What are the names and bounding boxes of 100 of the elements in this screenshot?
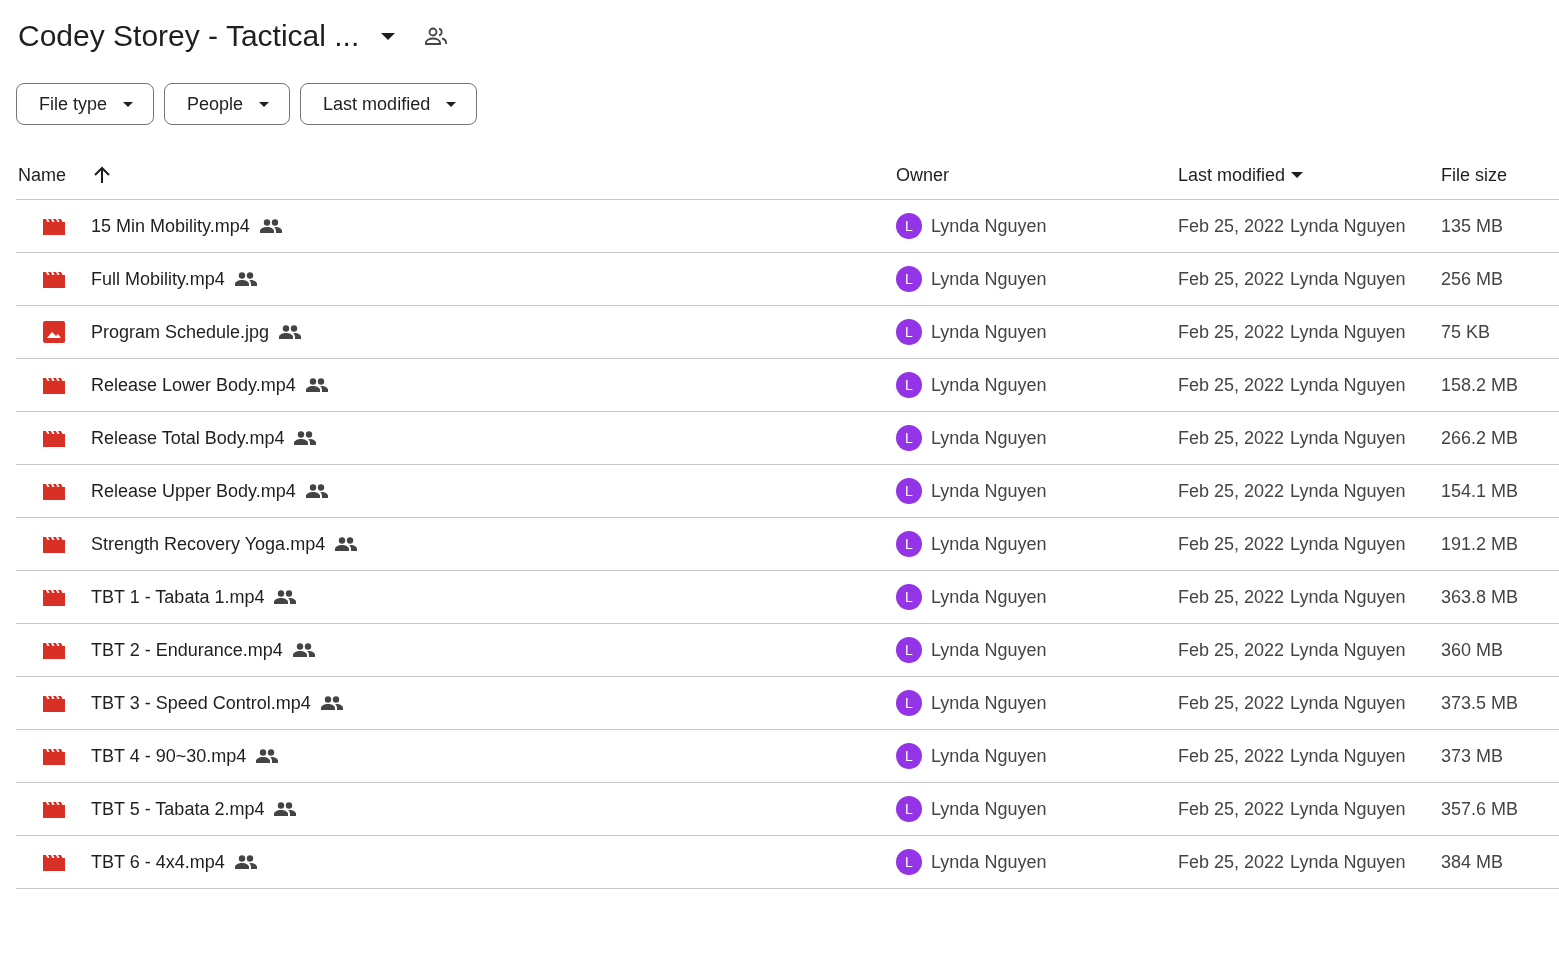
video-file-icon	[43, 694, 65, 712]
file-size: 75 KB	[1441, 321, 1491, 343]
owner-avatar: L	[896, 743, 922, 769]
people-icon	[305, 378, 328, 392]
modified-date: Feb 25, 2022	[1178, 851, 1285, 873]
image-file-icon	[43, 321, 65, 343]
owner-column-header[interactable]: Owner	[896, 164, 949, 186]
video-file-icon	[43, 270, 65, 288]
file-size: 158.2 MB	[1441, 374, 1519, 396]
modified-date: Feb 25, 2022	[1178, 745, 1285, 767]
file-name: Release Total Body.mp4	[91, 427, 285, 449]
filter-chip[interactable]: File type	[16, 83, 155, 125]
video-file-icon	[43, 376, 65, 394]
modified-date: Feb 25, 2022	[1178, 692, 1285, 714]
file-name: Release Lower Body.mp4	[91, 374, 296, 396]
file-row[interactable]: 15 Min Mobility.mp4 L Lynda Nguyen Feb 25, 2022 Lynda Nguyen 135 MB	[16, 200, 1559, 253]
modified-by: Lynda Nguyen	[1290, 851, 1406, 873]
modified-date: Feb 25, 2022	[1178, 374, 1285, 396]
modified-by: Lynda Nguyen	[1290, 692, 1406, 714]
file-row[interactable]: Full Mobility.mp4 L Lynda Nguyen Feb 25, 2022 Lynda Nguyen 256 MB	[16, 253, 1559, 306]
filter-chip[interactable]: Last modified	[300, 83, 478, 125]
video-file-icon	[43, 853, 65, 871]
modified-by: Lynda Nguyen	[1290, 321, 1406, 343]
file-row[interactable]: TBT 6 - 4x4.mp4 L Lynda Nguyen Feb 25, 2022 Lynda Nguyen 384 MB	[16, 836, 1559, 889]
filter-chip[interactable]: People	[164, 83, 291, 125]
modified-by: Lynda Nguyen	[1290, 374, 1406, 396]
owner-avatar: L	[896, 849, 922, 875]
file-row[interactable]: Release Lower Body.mp4 L Lynda Nguyen Feb 25, 2022 Lynda Nguyen 158.2 MB	[16, 359, 1559, 412]
size-column-header[interactable]: File size	[1441, 164, 1507, 186]
modified-by: Lynda Nguyen	[1290, 215, 1406, 237]
modified-by: Lynda Nguyen	[1290, 639, 1406, 661]
modified-date: Feb 25, 2022	[1178, 268, 1285, 290]
video-file-icon	[43, 217, 65, 235]
caret-icon	[123, 101, 134, 107]
people-icon	[294, 431, 317, 445]
file-row[interactable]: TBT 5 - Tabata 2.mp4 L Lynda Nguyen Feb 25, 2022 Lynda Nguyen 357.6 MB	[16, 783, 1559, 836]
file-row[interactable]: TBT 4 - 90~30.mp4 L Lynda Nguyen Feb 25, 2022 Lynda Nguyen 373 MB	[16, 730, 1559, 783]
file-name: TBT 2 - Endurance.mp4	[91, 639, 283, 661]
owner-name: Lynda Nguyen	[931, 586, 1047, 608]
video-file-icon	[43, 641, 65, 659]
owner-avatar: L	[896, 213, 922, 239]
video-file-icon	[43, 747, 65, 765]
people-icon	[279, 325, 302, 339]
file-size: 384 MB	[1441, 851, 1504, 873]
modified-by: Lynda Nguyen	[1290, 798, 1406, 820]
file-name: Full Mobility.mp4	[91, 268, 225, 290]
modified-by: Lynda Nguyen	[1290, 745, 1406, 767]
file-row[interactable]: Release Upper Body.mp4 L Lynda Nguyen Feb 25, 2022 Lynda Nguyen 154.1 MB	[16, 465, 1559, 518]
file-row[interactable]: Strength Recovery Yoga.mp4 L Lynda Nguyen Feb 25, 2022 Lynda Nguyen 191.2 MB	[16, 518, 1559, 571]
file-size: 135 MB	[1441, 215, 1504, 237]
file-size: 360 MB	[1441, 639, 1504, 661]
owner-name: Lynda Nguyen	[931, 374, 1047, 396]
file-name: Program Schedule.jpg	[91, 321, 270, 343]
file-size: 256 MB	[1441, 268, 1504, 290]
owner-avatar: L	[896, 796, 922, 822]
name-column-header[interactable]: Name	[18, 164, 66, 186]
file-row[interactable]: TBT 3 - Speed Control.mp4 L Lynda Nguyen Feb 25, 2022 Lynda Nguyen 373.5 MB	[16, 677, 1559, 730]
file-size: 373 MB	[1441, 745, 1504, 767]
people-icon	[292, 643, 315, 657]
people-icon	[320, 696, 343, 710]
modified-by: Lynda Nguyen	[1290, 533, 1406, 555]
owner-name: Lynda Nguyen	[931, 745, 1047, 767]
modified-by: Lynda Nguyen	[1290, 480, 1406, 502]
owner-avatar: L	[896, 637, 922, 663]
file-row[interactable]: TBT 1 - Tabata 1.mp4 L Lynda Nguyen Feb 25, 2022 Lynda Nguyen 363.8 MB	[16, 571, 1559, 624]
file-size: 191.2 MB	[1441, 533, 1519, 555]
modified-date: Feb 25, 2022	[1178, 586, 1285, 608]
people-outline-icon	[425, 27, 448, 45]
file-row[interactable]: Program Schedule.jpg L Lynda Nguyen Feb 25, 2022 Lynda Nguyen 75 KB	[16, 306, 1559, 359]
video-file-icon	[43, 482, 65, 500]
file-name: TBT 6 - 4x4.mp4	[91, 851, 225, 873]
file-name: TBT 3 - Speed Control.mp4	[91, 692, 311, 714]
modified-column-header[interactable]: Last modified	[1178, 164, 1304, 186]
video-file-icon	[43, 429, 65, 447]
caret-icon	[446, 101, 457, 107]
file-row[interactable]: TBT 2 - Endurance.mp4 L Lynda Nguyen Feb 25, 2022 Lynda Nguyen 360 MB	[16, 624, 1559, 677]
modified-date: Feb 25, 2022	[1178, 480, 1285, 502]
file-name: TBT 4 - 90~30.mp4	[91, 745, 247, 767]
owner-avatar: L	[896, 531, 922, 557]
people-icon	[335, 537, 358, 551]
file-size: 373.5 MB	[1441, 692, 1519, 714]
owner-avatar: L	[896, 372, 922, 398]
file-size: 154.1 MB	[1441, 480, 1519, 502]
owner-name: Lynda Nguyen	[931, 268, 1047, 290]
people-icon	[256, 749, 279, 763]
file-name: TBT 1 - Tabata 1.mp4	[91, 586, 265, 608]
modified-date: Feb 25, 2022	[1178, 639, 1285, 661]
owner-name: Lynda Nguyen	[931, 851, 1047, 873]
file-name: Release Upper Body.mp4	[91, 480, 296, 502]
owner-name: Lynda Nguyen	[931, 427, 1047, 449]
file-row[interactable]: Release Total Body.mp4 L Lynda Nguyen Feb 25, 2022 Lynda Nguyen 266.2 MB	[16, 412, 1559, 465]
owner-avatar: L	[896, 478, 922, 504]
modified-by: Lynda Nguyen	[1290, 586, 1406, 608]
owner-name: Lynda Nguyen	[931, 321, 1047, 343]
owner-name: Lynda Nguyen	[931, 480, 1047, 502]
arrow-up-icon[interactable]	[94, 166, 110, 184]
modified-by: Lynda Nguyen	[1290, 268, 1406, 290]
people-icon	[234, 272, 257, 286]
modified-date: Feb 25, 2022	[1178, 427, 1285, 449]
file-size: 363.8 MB	[1441, 586, 1519, 608]
